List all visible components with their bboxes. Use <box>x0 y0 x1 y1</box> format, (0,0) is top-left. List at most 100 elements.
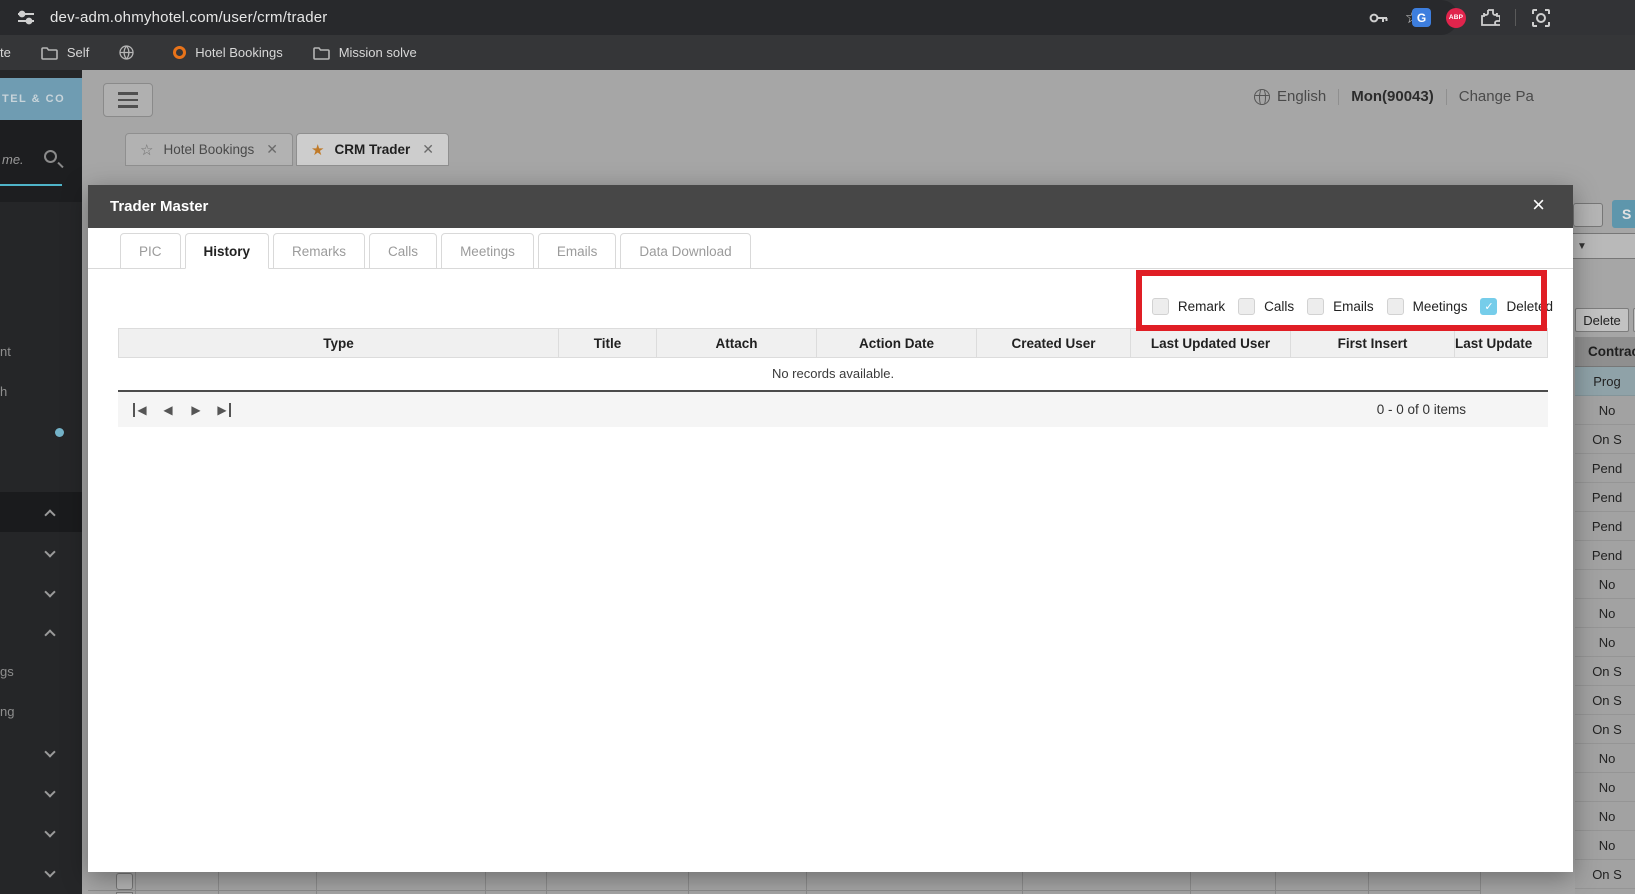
sidebar-item[interactable]: gs <box>0 652 82 692</box>
sidebar-item[interactable] <box>0 852 82 892</box>
user-label[interactable]: Mon(90043) <box>1351 88 1434 105</box>
sidebar-item-label: h <box>0 384 8 399</box>
background-bottom-grid <box>82 872 1635 894</box>
pager-first-button[interactable] <box>126 392 154 427</box>
site-favicon <box>173 46 187 59</box>
bookmark-item[interactable]: Self <box>41 45 89 60</box>
modal-tab[interactable]: History <box>184 233 270 269</box>
sidebar-item[interactable] <box>0 532 82 572</box>
bookmark-label: Self <box>66 45 90 60</box>
chevron-icon <box>44 586 56 598</box>
sidebar-search-input[interactable] <box>2 152 46 167</box>
filter-checkbox[interactable] <box>1307 297 1325 315</box>
sidebar-item[interactable] <box>0 572 82 612</box>
search-icon[interactable] <box>44 150 57 163</box>
chevron-icon <box>44 509 56 521</box>
sidebar-item[interactable] <box>0 772 82 812</box>
favorite-star-icon[interactable] <box>140 141 153 159</box>
modal-tab[interactable]: PIC <box>120 233 181 269</box>
sidebar-item[interactable] <box>0 732 82 772</box>
modal-close-button[interactable]: × <box>1532 194 1545 216</box>
history-table: Type Title Attach Action Date Created Us… <box>118 328 1548 358</box>
tab-close-icon[interactable]: ✕ <box>422 141 434 158</box>
bookmark-label: te <box>0 45 11 60</box>
table-header-cell[interactable]: Created User <box>977 329 1131 357</box>
password-key-icon[interactable] <box>1369 12 1389 24</box>
background-grid-row: No <box>1575 396 1635 425</box>
filter-option[interactable]: Calls <box>1238 297 1295 315</box>
pager-next-button[interactable] <box>182 392 210 427</box>
trader-master-modal: Trader Master × PIC History Remarks Call… <box>88 185 1573 872</box>
pager: 0 - 0 of 0 items <box>118 390 1548 427</box>
pager-last-button[interactable] <box>210 392 238 427</box>
table-header-cell[interactable]: Title <box>559 329 657 357</box>
table-header-cell[interactable]: Last Update <box>1455 329 1532 357</box>
sidebar-item[interactable] <box>0 492 82 532</box>
empty-message: No records available. <box>771 366 895 381</box>
sidebar-item[interactable]: h <box>0 372 82 412</box>
bookmark-item[interactable]: te <box>0 45 11 60</box>
bookmark-label: Mission solve <box>338 45 417 60</box>
favorite-star-icon[interactable] <box>311 141 324 159</box>
site-settings-icon[interactable] <box>16 8 38 28</box>
sidebar-item[interactable] <box>0 412 82 452</box>
table-header-cell[interactable]: Last Updated User <box>1131 329 1291 357</box>
filter-checkbox[interactable] <box>1151 297 1169 315</box>
modal-tab[interactable]: Meetings <box>441 233 534 269</box>
sidebar-item-label: nt <box>0 344 11 359</box>
menu-toggle-button[interactable] <box>103 83 153 117</box>
bookmark-item[interactable] <box>119 45 143 60</box>
bookmark-item[interactable]: Mission solve <box>312 45 417 60</box>
modal-tab[interactable]: Calls <box>369 233 438 269</box>
change-password-link[interactable]: Change Pa <box>1459 88 1534 105</box>
chevron-icon <box>44 826 56 838</box>
background-grid-row: On S <box>1575 715 1635 744</box>
url-text[interactable]: dev-adm.ohmyhotel.com/user/crm/trader <box>50 9 328 26</box>
background-grid-row: Prog <box>1575 367 1635 396</box>
page-tab-label: Hotel Bookings <box>163 142 255 157</box>
profile-capture-icon[interactable] <box>1531 8 1551 28</box>
modal-header: Trader Master × <box>88 185 1573 228</box>
tab-close-icon[interactable]: ✕ <box>266 141 278 158</box>
url-bar[interactable]: dev-adm.ohmyhotel.com/user/crm/trader ☆ <box>0 0 1458 35</box>
pager-prev-button[interactable] <box>154 392 182 427</box>
folder-icon <box>41 46 58 60</box>
background-search-button: S <box>1612 200 1635 228</box>
filter-option[interactable]: Remark <box>1151 297 1225 315</box>
sidebar-item[interactable] <box>0 612 82 652</box>
filter-checkbox[interactable] <box>1238 297 1256 315</box>
page-tab[interactable]: Hotel Bookings ✕ <box>125 133 293 166</box>
table-header-cell[interactable]: Attach <box>657 329 817 357</box>
filter-checkbox[interactable] <box>1480 297 1498 315</box>
background-grid-row: On S <box>1575 425 1635 454</box>
page-tab[interactable]: CRM Trader ✕ <box>296 133 449 166</box>
filter-label: Deleted <box>1506 298 1553 314</box>
modal-tab[interactable]: Emails <box>537 233 617 269</box>
table-header-cell[interactable]: Action Date <box>817 329 977 357</box>
extensions-puzzle-icon[interactable] <box>1481 8 1500 27</box>
page-tab-label: CRM Trader <box>334 142 411 157</box>
bookmark-item[interactable]: Hotel Bookings <box>173 45 283 60</box>
background-grid-row: No <box>1575 773 1635 802</box>
table-header-cell[interactable]: Type <box>119 329 559 357</box>
sidebar-menu: nt h gs ng <box>0 332 82 892</box>
filter-option[interactable]: Meetings <box>1386 297 1467 315</box>
sidebar-item[interactable] <box>0 812 82 852</box>
adblock-extension-icon[interactable]: ABP <box>1446 7 1466 28</box>
table-header-cell[interactable]: First Insert <box>1291 329 1455 357</box>
modal-tab[interactable]: Data Download <box>620 233 751 269</box>
sidebar-item[interactable]: nt <box>0 332 82 372</box>
filter-option[interactable]: Deleted <box>1480 297 1553 315</box>
background-input <box>1573 203 1603 227</box>
sidebar-item[interactable] <box>0 452 82 492</box>
sidebar-item[interactable]: ng <box>0 692 82 732</box>
filter-label: Calls <box>1264 298 1295 314</box>
page-tabs: Hotel Bookings ✕ CRM Trader ✕ <box>125 133 449 166</box>
filter-checkbox[interactable] <box>1386 297 1404 315</box>
filter-option[interactable]: Emails <box>1307 297 1374 315</box>
background-grid-row: Pend <box>1575 512 1635 541</box>
language-label[interactable]: English <box>1277 88 1326 105</box>
translate-extension-icon[interactable]: G <box>1412 8 1431 27</box>
sidebar-item-label: ng <box>0 704 15 719</box>
modal-tab[interactable]: Remarks <box>273 233 366 269</box>
